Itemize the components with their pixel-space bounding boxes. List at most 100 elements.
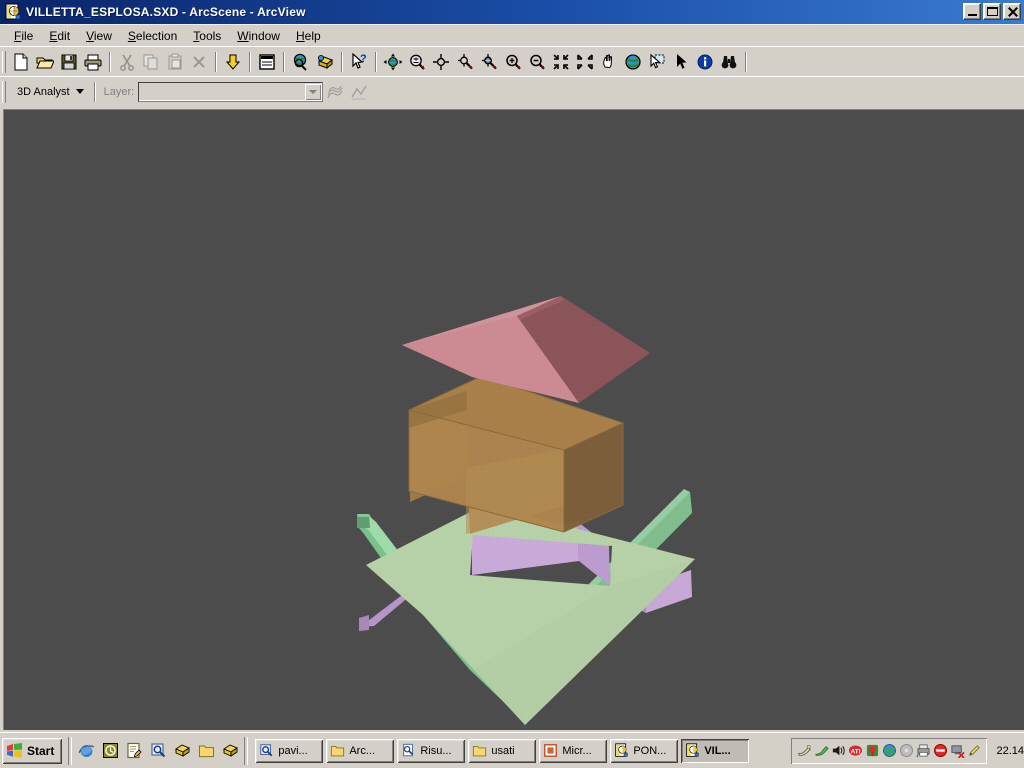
zoom-to-target-icon[interactable] (453, 50, 477, 73)
menu-window[interactable]: Window (229, 27, 288, 45)
3d-analyst-menu-button[interactable]: 3D Analyst (9, 84, 90, 100)
network-cable-icon[interactable] (813, 743, 829, 759)
menu-file[interactable]: File (6, 27, 41, 45)
menu-selection[interactable]: Selection (120, 27, 185, 45)
standard-toolbar: ? (0, 46, 1024, 76)
identify-info-icon[interactable] (693, 50, 717, 73)
arcscene-document-icon (4, 3, 22, 21)
windows-taskbar: Start pavi... Arc... Risu... usati Micr.… (0, 732, 1024, 768)
maximize-button[interactable] (983, 3, 1001, 20)
full-extent-globe-icon[interactable] (621, 50, 645, 73)
task-button-risu[interactable]: Risu... (397, 738, 466, 763)
search-folder-icon[interactable] (147, 740, 169, 762)
paste-icon[interactable] (163, 50, 187, 73)
show-desktop-icon[interactable] (99, 740, 121, 762)
arcscene-doc-icon[interactable] (219, 740, 241, 762)
print-icon[interactable] (81, 50, 105, 73)
ati-display-icon[interactable]: ATI (847, 743, 863, 759)
toolbar-grip[interactable] (2, 50, 6, 73)
menu-tools[interactable]: Tools (185, 27, 229, 45)
search-folder-icon (260, 744, 273, 757)
create-contour-icon[interactable] (323, 80, 347, 103)
taskbar-divider (244, 736, 249, 765)
cut-scissors-icon[interactable] (115, 50, 139, 73)
find-binoculars-icon[interactable] (717, 50, 741, 73)
scene-properties-icon[interactable] (255, 50, 279, 73)
task-button-villetta[interactable]: VIL... (681, 738, 750, 763)
start-button[interactable]: Start (2, 737, 63, 764)
layer-combo-box[interactable] (138, 81, 324, 102)
menu-edit[interactable]: Edit (41, 27, 78, 45)
pencil-yellow-icon[interactable] (966, 743, 982, 759)
globe-green-icon[interactable] (881, 743, 897, 759)
zoom-in-icon[interactable] (501, 50, 525, 73)
exploded-building-model (357, 296, 695, 725)
svg-text:ATI: ATI (850, 748, 860, 755)
close-button[interactable] (1003, 3, 1021, 20)
menu-help[interactable]: Help (288, 27, 329, 45)
task-label: VIL... (704, 744, 731, 757)
center-on-target-icon[interactable] (429, 50, 453, 73)
navigate-globe-icon[interactable] (381, 50, 405, 73)
delete-x-icon[interactable] (187, 50, 211, 73)
task-button-pon[interactable]: PON... (610, 738, 679, 763)
roof-layer (402, 296, 650, 403)
folder-icon[interactable] (195, 740, 217, 762)
task-button-list: pavi... Arc... Risu... usati Micr... PON… (251, 738, 791, 763)
fly-zoom-icon[interactable] (405, 50, 429, 73)
arcscene-doc-icon (686, 743, 699, 757)
whats-this-icon[interactable]: ? (347, 50, 371, 73)
toolbar-grip[interactable] (2, 80, 6, 103)
layer-label: Layer: (103, 85, 135, 98)
grey-disc-icon[interactable] (898, 743, 914, 759)
printer-network-icon[interactable] (915, 743, 931, 759)
monitor-disconnect-icon[interactable] (949, 743, 965, 759)
zoom-out-fixed-icon[interactable] (573, 50, 597, 73)
red-balloon-icon[interactable] (864, 743, 880, 759)
save-floppy-icon[interactable] (57, 50, 81, 73)
notepad-icon[interactable] (123, 740, 145, 762)
volume-speaker-icon[interactable] (830, 743, 846, 759)
3d-analyst-toolbar: 3D Analyst Layer: (0, 76, 1024, 106)
arcmap-doc-icon[interactable] (171, 740, 193, 762)
window-titlebar: VILLETTA_ESPLOSA.SXD - ArcScene - ArcVie… (0, 0, 1024, 24)
toolbar-separator (249, 51, 251, 72)
zoom-out-icon[interactable] (525, 50, 549, 73)
toolbar-separator (283, 51, 285, 72)
arcscene-application-window: VILLETTA_ESPLOSA.SXD - ArcScene - ArcVie… (0, 0, 1024, 768)
copy-icon[interactable] (139, 50, 163, 73)
minimize-button[interactable] (963, 3, 981, 20)
globe-search-icon[interactable] (289, 50, 313, 73)
arctoolbox-icon[interactable] (313, 50, 337, 73)
toolbar-separator (745, 51, 747, 72)
pan-hand-icon[interactable] (597, 50, 621, 73)
task-button-arc[interactable]: Arc... (326, 738, 395, 763)
folder-icon (331, 746, 345, 757)
new-document-icon[interactable] (9, 50, 33, 73)
partition-left-cap (359, 615, 369, 631)
add-data-icon[interactable] (221, 50, 245, 73)
set-observer-icon[interactable] (477, 50, 501, 73)
toolbar-separator (375, 51, 377, 72)
3d-scene-view[interactable] (3, 109, 1024, 730)
window-title: VILLETTA_ESPLOSA.SXD - ArcScene - ArcVie… (26, 5, 306, 19)
zoom-in-fixed-icon[interactable] (549, 50, 573, 73)
chevron-down-icon[interactable] (305, 83, 322, 100)
select-features-icon[interactable] (645, 50, 669, 73)
plug-icon[interactable] (796, 743, 812, 759)
taskbar-divider (68, 736, 73, 765)
task-button-micr[interactable]: Micr... (539, 738, 608, 763)
interpolate-line-icon[interactable] (347, 80, 371, 103)
open-folder-icon[interactable] (33, 50, 57, 73)
select-arrow-icon[interactable] (669, 50, 693, 73)
folder-icon (473, 746, 487, 757)
no-entry-icon[interactable] (932, 743, 948, 759)
scene-view-container (0, 106, 1024, 732)
window-controls (963, 3, 1021, 20)
task-label: PON... (633, 744, 667, 757)
terrain-left-cap-top (357, 514, 371, 517)
task-button-usati[interactable]: usati (468, 738, 537, 763)
menu-view[interactable]: View (78, 27, 120, 45)
internet-explorer-icon[interactable] (75, 740, 97, 762)
task-button-pavi[interactable]: pavi... (255, 738, 324, 763)
